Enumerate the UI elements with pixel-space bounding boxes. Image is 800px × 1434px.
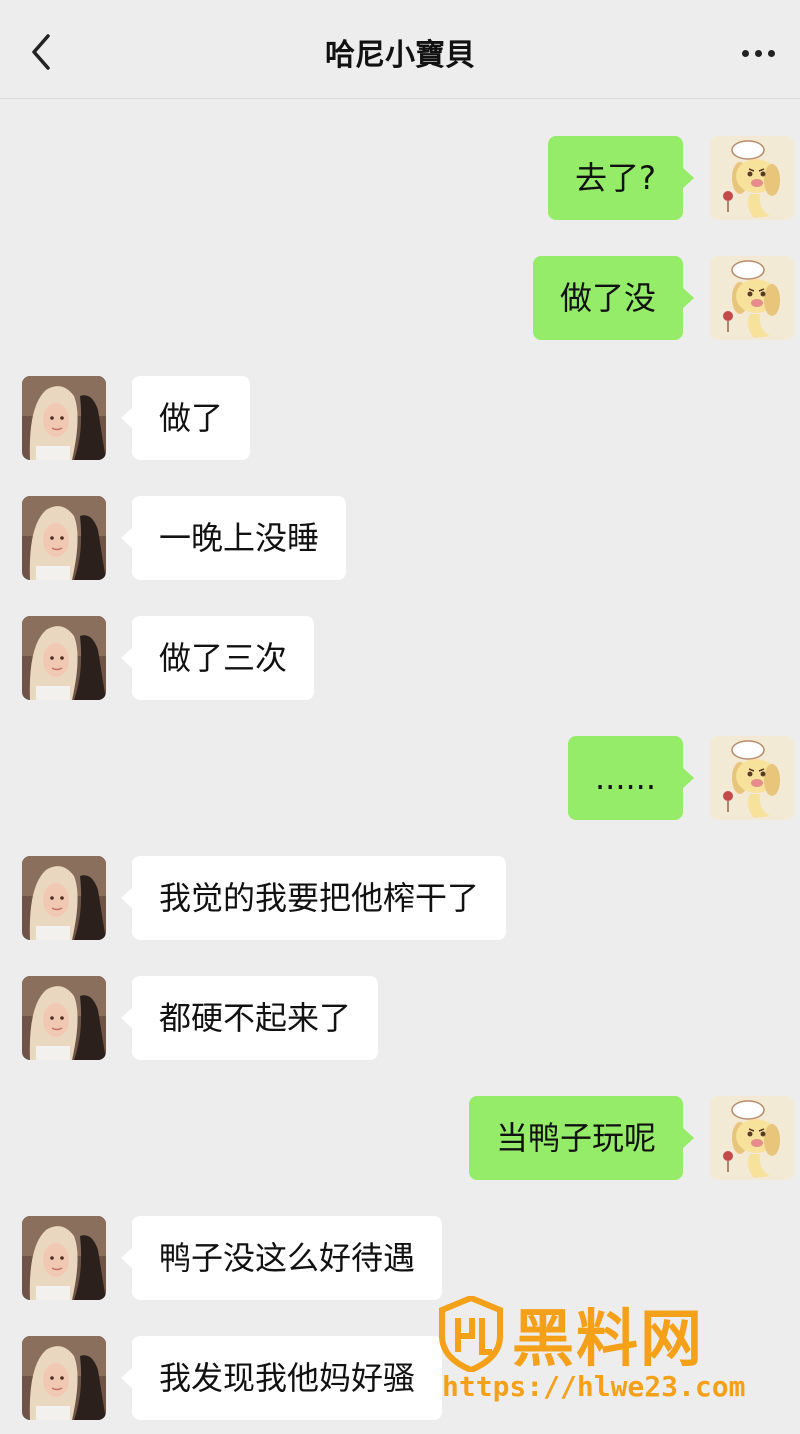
- message-row: 去了?: [0, 136, 800, 220]
- avatar[interactable]: [22, 616, 106, 700]
- avatar[interactable]: [22, 976, 106, 1060]
- dog-avatar-icon: [710, 1096, 794, 1180]
- chat-title: 哈尼小寶貝: [325, 38, 475, 73]
- avatar[interactable]: [22, 1336, 106, 1420]
- watermark-url: https://hlwe23.com: [442, 1370, 746, 1403]
- chat-header: 哈尼小寶貝: [0, 0, 800, 99]
- contact-avatar-photo: [22, 376, 106, 460]
- watermark: 黑料网 https://hlwe23.com: [436, 1290, 776, 1410]
- message-bubble-sent[interactable]: 去了?: [548, 136, 694, 220]
- message-bubble-sent[interactable]: 做了没: [532, 256, 695, 340]
- message-row: 做了三次: [0, 616, 800, 700]
- contact-avatar-photo: [22, 856, 106, 940]
- message-bubble-received[interactable]: 做了: [120, 376, 251, 460]
- shield-logo-icon: [439, 1296, 503, 1372]
- message-row: 做了没: [0, 256, 800, 340]
- message-bubble-received[interactable]: 我觉的我要把他榨干了: [120, 856, 507, 940]
- message-bubble-received[interactable]: 我发现我他妈好骚: [120, 1336, 443, 1420]
- message-row: 都硬不起来了: [0, 976, 800, 1060]
- contact-avatar-photo: [22, 1336, 106, 1420]
- more-dots-icon: [742, 50, 749, 57]
- message-bubble-received[interactable]: 做了三次: [120, 616, 315, 700]
- message-row: 一晚上没睡: [0, 496, 800, 580]
- message-row: 做了: [0, 376, 800, 460]
- avatar[interactable]: [710, 256, 794, 340]
- more-button[interactable]: [738, 34, 778, 70]
- dog-avatar-icon: [710, 256, 794, 340]
- contact-avatar-photo: [22, 616, 106, 700]
- avatar[interactable]: [710, 1096, 794, 1180]
- message-bubble-received[interactable]: 一晚上没睡: [120, 496, 347, 580]
- dog-avatar-icon: [710, 736, 794, 820]
- contact-avatar-photo: [22, 496, 106, 580]
- message-row: ......: [0, 736, 800, 820]
- watermark-brand: 黑料网: [512, 1302, 705, 1375]
- message-bubble-received[interactable]: 都硬不起来了: [120, 976, 379, 1060]
- dog-avatar-icon: [710, 136, 794, 220]
- message-bubble-sent[interactable]: 当鸭子玩呢: [468, 1096, 695, 1180]
- avatar[interactable]: [22, 496, 106, 580]
- message-bubble-sent[interactable]: ......: [567, 736, 695, 820]
- message-bubble-received[interactable]: 鸭子没这么好待遇: [120, 1216, 443, 1300]
- contact-avatar-photo: [22, 1216, 106, 1300]
- avatar[interactable]: [22, 376, 106, 460]
- avatar[interactable]: [22, 856, 106, 940]
- avatar[interactable]: [710, 136, 794, 220]
- message-row: 我觉的我要把他榨干了: [0, 856, 800, 940]
- contact-avatar-photo: [22, 976, 106, 1060]
- avatar[interactable]: [710, 736, 794, 820]
- avatar[interactable]: [22, 1216, 106, 1300]
- message-row: 当鸭子玩呢: [0, 1096, 800, 1180]
